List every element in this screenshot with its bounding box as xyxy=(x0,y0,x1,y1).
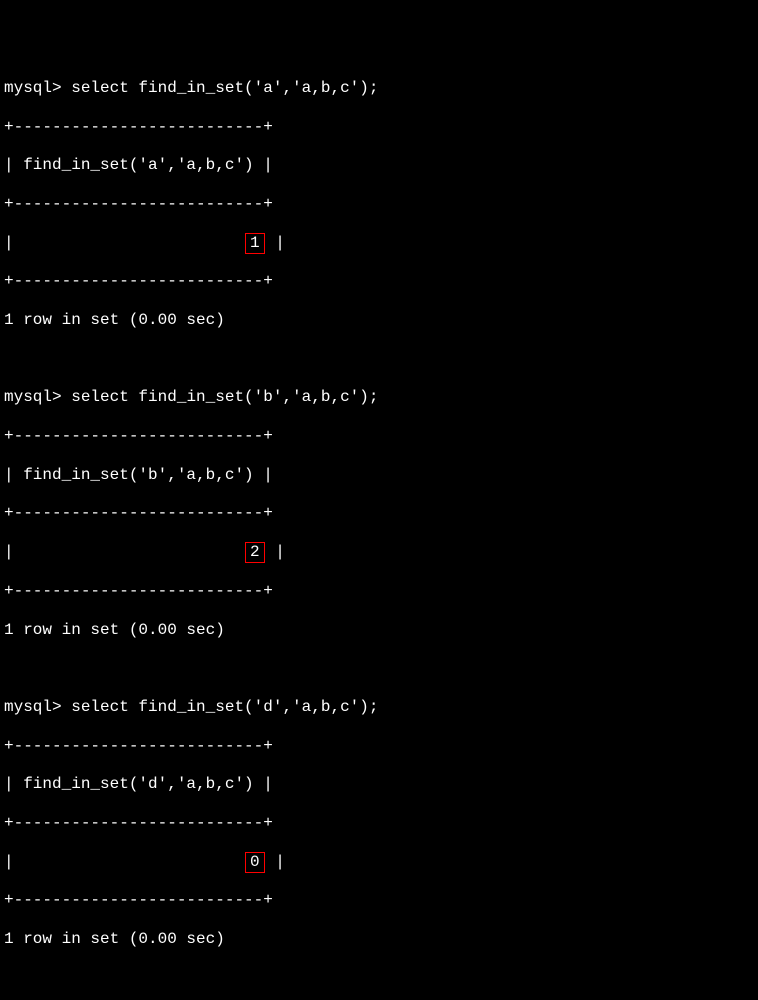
query-1-footer: 1 row in set (0.00 sec) xyxy=(4,311,754,331)
query-2-command: mysql> select find_in_set('b','a,b,c'); xyxy=(4,388,754,408)
query-2-divider-bot: +--------------------------+ xyxy=(4,582,754,602)
result-prefix: | xyxy=(4,853,244,872)
query-3-result-row: | 0 | xyxy=(4,853,754,873)
result-value-highlight: 2 xyxy=(245,542,265,563)
query-1-command: mysql> select find_in_set('a','a,b,c'); xyxy=(4,79,754,99)
result-suffix: | xyxy=(266,853,285,872)
query-3-footer: 1 row in set (0.00 sec) xyxy=(4,930,754,950)
query-3-divider-mid: +--------------------------+ xyxy=(4,814,754,834)
command-text: select find_in_set('a','a,b,c'); xyxy=(71,79,378,98)
prompt: mysql> xyxy=(4,79,62,98)
query-3-command: mysql> select find_in_set('d','a,b,c'); xyxy=(4,698,754,718)
prompt: mysql> xyxy=(4,388,62,407)
query-1-divider-top: +--------------------------+ xyxy=(4,117,754,137)
query-3-divider-bot: +--------------------------+ xyxy=(4,891,754,911)
blank-line xyxy=(4,659,754,679)
command-text: select find_in_set('d','a,b,c'); xyxy=(71,698,378,717)
prompt: mysql> xyxy=(4,698,62,717)
query-2-header: | find_in_set('b','a,b,c') | xyxy=(4,466,754,486)
query-2-divider-mid: +--------------------------+ xyxy=(4,504,754,524)
query-1-header: | find_in_set('a','a,b,c') | xyxy=(4,156,754,176)
result-prefix: | xyxy=(4,234,244,253)
query-3-divider-top: +--------------------------+ xyxy=(4,736,754,756)
query-2-footer: 1 row in set (0.00 sec) xyxy=(4,620,754,640)
result-value-highlight: 1 xyxy=(245,233,265,254)
query-2-result-row: | 2 | xyxy=(4,543,754,563)
result-prefix: | xyxy=(4,543,244,562)
query-3-header: | find_in_set('d','a,b,c') | xyxy=(4,775,754,795)
blank-line xyxy=(4,969,754,989)
query-1-divider-mid: +--------------------------+ xyxy=(4,195,754,215)
query-1-divider-bot: +--------------------------+ xyxy=(4,272,754,292)
result-value-highlight: 0 xyxy=(245,852,265,873)
query-2-divider-top: +--------------------------+ xyxy=(4,427,754,447)
blank-line xyxy=(4,350,754,370)
result-suffix: | xyxy=(266,543,285,562)
command-text: select find_in_set('b','a,b,c'); xyxy=(71,388,378,407)
result-suffix: | xyxy=(266,234,285,253)
query-1-result-row: | 1 | xyxy=(4,234,754,254)
